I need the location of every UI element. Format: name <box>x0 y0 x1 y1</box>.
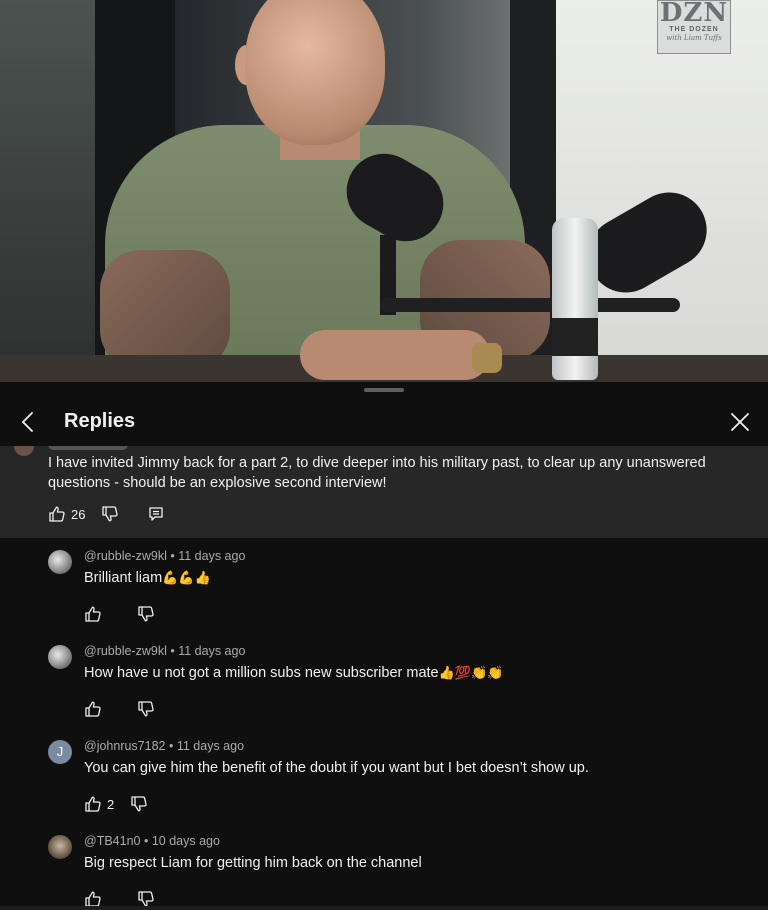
close-icon <box>731 413 749 431</box>
reply-meta: @johnrus7182 • 11 days ago <box>84 739 244 753</box>
video-mic-arm <box>380 298 680 312</box>
reply-button[interactable] <box>147 504 165 524</box>
parent-comment: I have invited Jimmy back for a part 2, … <box>0 446 768 538</box>
video-scene-window <box>0 0 95 382</box>
reply-time: 10 days ago <box>151 834 220 848</box>
reply-text: How have u not got a million subs new su… <box>84 663 503 684</box>
reply-text-body: Brilliant liam <box>84 570 163 586</box>
reply-author[interactable]: @rubble-zw9kl <box>84 644 167 658</box>
meta-separator: • <box>168 739 174 753</box>
drag-handle[interactable] <box>364 388 404 392</box>
meta-separator: • <box>143 834 149 848</box>
video-person-hands <box>300 330 490 380</box>
bottom-divider <box>0 906 768 910</box>
reply-time: 11 days ago <box>176 739 245 753</box>
reply-time: 11 days ago <box>178 644 246 658</box>
like-button[interactable] <box>84 699 107 719</box>
thumbs-down-icon <box>138 701 154 717</box>
like-button[interactable]: 2 <box>84 794 114 814</box>
reply-text-body: How have u not got a million subs new su… <box>84 665 439 681</box>
reply-icon <box>149 507 164 521</box>
back-icon <box>22 412 33 432</box>
reply-text: Brilliant liam💪💪👍 <box>84 568 211 589</box>
meta-separator: • <box>170 549 175 563</box>
thumbs-up-icon <box>85 796 101 812</box>
thumbs-up-icon <box>85 701 101 717</box>
comment-text: I have invited Jimmy back for a part 2, … <box>48 455 706 491</box>
video-watch <box>472 343 502 373</box>
reply-text: You can give him the benefit of the doub… <box>84 760 589 776</box>
video-player[interactable]: DZN THE DOZEN with Liam Tuffs <box>0 0 768 382</box>
reply-meta: @TB41n0 • 10 days ago <box>84 834 220 848</box>
reply-meta: @rubble-zw9kl • 11 days ago <box>84 549 245 563</box>
reply-author[interactable]: @johnrus7182 <box>84 739 166 753</box>
close-button[interactable] <box>726 408 754 436</box>
avatar[interactable] <box>48 835 72 859</box>
reply-author[interactable]: @rubble-zw9kl <box>84 549 167 563</box>
dislike-button[interactable] <box>137 604 155 624</box>
replies-panel: Replies I have invited Jimmy back for a … <box>0 382 768 910</box>
reply-time: 11 days ago <box>178 549 246 563</box>
dislike-button[interactable] <box>130 794 148 814</box>
back-button[interactable] <box>14 408 42 436</box>
thumbs-up-icon <box>85 606 101 622</box>
dislike-button[interactable] <box>101 504 119 524</box>
like-count: 2 <box>107 796 115 812</box>
dislike-button[interactable] <box>137 699 155 719</box>
avatar[interactable] <box>14 446 34 456</box>
video-bottle-label <box>552 318 598 356</box>
reply-actions <box>84 604 155 624</box>
logo-main-text: DZN <box>659 0 729 28</box>
reply-actions: 2 <box>84 794 148 814</box>
reply-emoji: 👍💯👏👏 <box>438 666 504 681</box>
reply-meta: @rubble-zw9kl • 11 days ago <box>84 644 245 658</box>
thumbs-up-icon <box>49 506 65 522</box>
panel-header: Replies <box>0 396 768 446</box>
avatar[interactable] <box>48 645 72 669</box>
avatar[interactable]: J <box>48 740 72 764</box>
parent-comment-author-clipped <box>48 446 128 450</box>
avatar[interactable] <box>48 550 72 574</box>
logo-signature-text: with Liam Tuffs <box>666 34 722 42</box>
like-button[interactable]: 26 <box>48 504 85 524</box>
channel-logo: DZN THE DOZEN with Liam Tuffs <box>657 0 731 54</box>
thumbs-down-icon <box>131 796 147 812</box>
reply-author[interactable]: @TB41n0 <box>84 834 140 848</box>
thumbs-down-icon <box>138 606 154 622</box>
like-button[interactable] <box>84 604 107 624</box>
reply-text: Big respect Liam for getting him back on… <box>84 855 422 871</box>
comment-actions: 26 <box>48 504 165 524</box>
reply-emoji: 💪💪👍 <box>162 571 211 586</box>
video-person-head <box>245 0 385 145</box>
reply-actions <box>84 699 155 719</box>
like-count: 26 <box>71 506 86 522</box>
video-person-arm-left <box>100 250 230 370</box>
thumbs-down-icon <box>102 506 119 522</box>
panel-title: Replies <box>64 410 136 432</box>
meta-separator: • <box>170 644 175 658</box>
